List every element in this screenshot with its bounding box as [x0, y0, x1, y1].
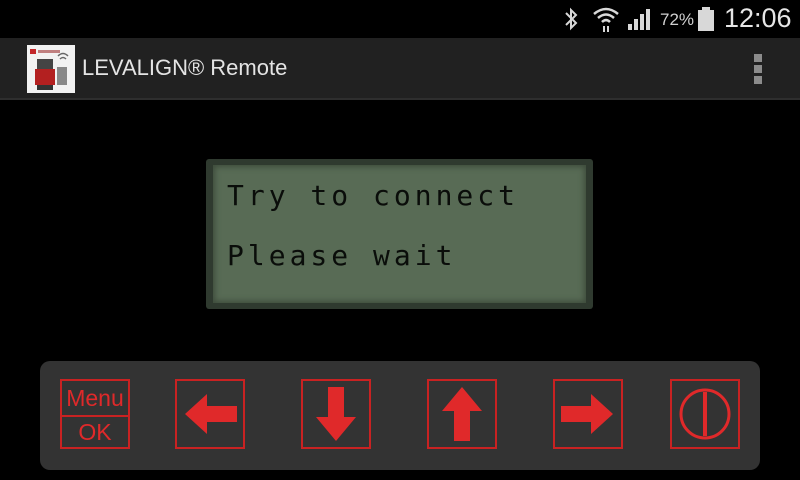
menu-label: Menu: [66, 385, 124, 411]
left-arrow-icon: [185, 394, 237, 434]
up-arrow-icon: [442, 387, 482, 441]
battery-percent: 72%: [660, 10, 695, 29]
app-logo-icon[interactable]: [27, 45, 75, 93]
signal-icon: [626, 0, 654, 38]
up-button[interactable]: [427, 379, 497, 449]
wifi-icon: [592, 0, 620, 38]
clock: 12:06: [724, 3, 792, 33]
left-button[interactable]: [175, 379, 245, 449]
power-button[interactable]: [670, 379, 740, 449]
app-title: LEVALIGN® Remote: [82, 55, 288, 80]
lcd-line-1: Try to connect: [227, 179, 520, 212]
menu-divider: [62, 415, 128, 417]
app-bar: LEVALIGN® Remote: [0, 38, 800, 100]
lcd-line-2: Please wait: [227, 239, 457, 272]
lcd-display: Try to connect Please wait: [206, 159, 593, 309]
menu-ok-button[interactable]: Menu OK: [60, 379, 130, 449]
down-arrow-icon: [316, 387, 356, 441]
down-button[interactable]: [301, 379, 371, 449]
bluetooth-icon: [562, 0, 580, 38]
battery-icon: [697, 0, 715, 38]
status-bar: 72% 12:06: [0, 0, 800, 38]
right-button[interactable]: [553, 379, 623, 449]
overflow-menu-icon[interactable]: [746, 52, 770, 86]
ok-label: OK: [78, 419, 112, 445]
lcd-screen: Try to connect Please wait: [213, 165, 586, 303]
power-icon: [679, 388, 731, 440]
control-panel: Menu OK: [40, 361, 760, 470]
right-arrow-icon: [561, 394, 613, 434]
